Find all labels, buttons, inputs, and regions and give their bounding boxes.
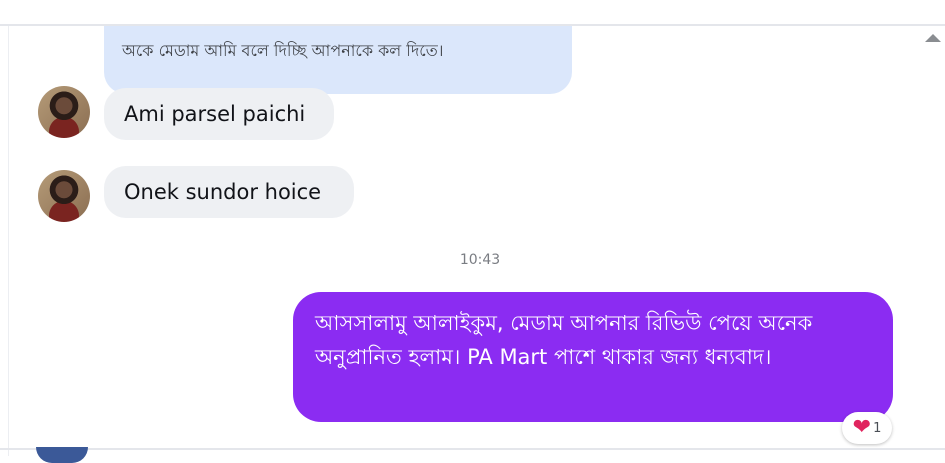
reaction-badge[interactable]: ❤ 1 bbox=[842, 412, 892, 444]
avatar bbox=[36, 447, 88, 463]
scrollbar[interactable] bbox=[923, 26, 945, 448]
message-bubble-received-highlight[interactable]: অকে মেডাম আমি বলে দিচ্ছি আপনাকে কল দিতে। bbox=[104, 26, 572, 94]
composer-divider bbox=[0, 448, 945, 450]
message-timestamp: 10:43 bbox=[459, 252, 501, 268]
reaction-count: 1 bbox=[873, 420, 882, 436]
heart-icon: ❤ bbox=[852, 415, 872, 440]
message-bubble-received[interactable]: Ami parsel paichi bbox=[104, 88, 334, 140]
chat-window: অকে মেডাম আমি বলে দিচ্ছি আপনাকে কল দিতে।… bbox=[0, 0, 945, 463]
message-text: Onek sundor hoice bbox=[124, 180, 322, 204]
message-text: Ami parsel paichi bbox=[124, 102, 306, 126]
message-text: আসসালামু আলাইকুম, মেডাম আপনার রিভিউ পেয়… bbox=[315, 311, 813, 369]
panel-edge bbox=[8, 26, 9, 456]
message-bubble-received[interactable]: Onek sundor hoice bbox=[104, 166, 354, 218]
avatar[interactable] bbox=[38, 86, 90, 138]
message-text: অকে মেডাম আমি বলে দিচ্ছি আপনাকে কল দিতে। bbox=[122, 41, 444, 60]
message-bubble-sent[interactable]: আসসালামু আলাইকুম, মেডাম আপনার রিভিউ পেয়… bbox=[293, 292, 893, 422]
avatar[interactable] bbox=[38, 170, 90, 222]
triangle-up-icon[interactable] bbox=[925, 34, 941, 42]
